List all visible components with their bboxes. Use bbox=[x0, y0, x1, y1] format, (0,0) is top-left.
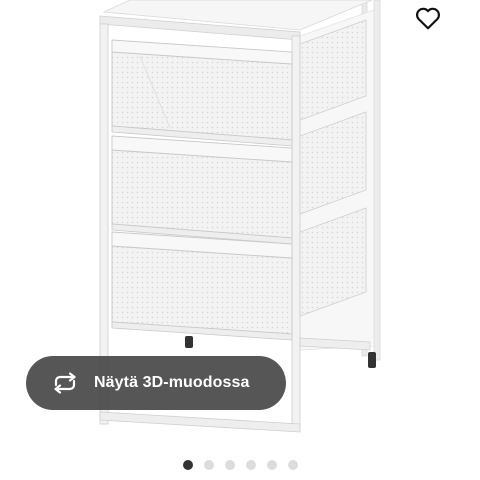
favorite-button[interactable] bbox=[408, 0, 448, 36]
pager-dot[interactable] bbox=[245, 460, 256, 470]
view-3d-button[interactable]: Näytä 3D-muodossa bbox=[26, 356, 286, 410]
pager-dot[interactable] bbox=[287, 460, 298, 470]
pager-dot[interactable] bbox=[203, 460, 214, 470]
heart-icon bbox=[416, 7, 440, 30]
rotate-3d-icon bbox=[50, 372, 80, 394]
pager-dot[interactable] bbox=[266, 460, 277, 470]
pager-dot[interactable] bbox=[224, 460, 235, 470]
pager-dot[interactable] bbox=[182, 460, 193, 470]
carousel-pager bbox=[0, 459, 480, 471]
view-3d-label: Näytä 3D-muodossa bbox=[94, 374, 250, 391]
